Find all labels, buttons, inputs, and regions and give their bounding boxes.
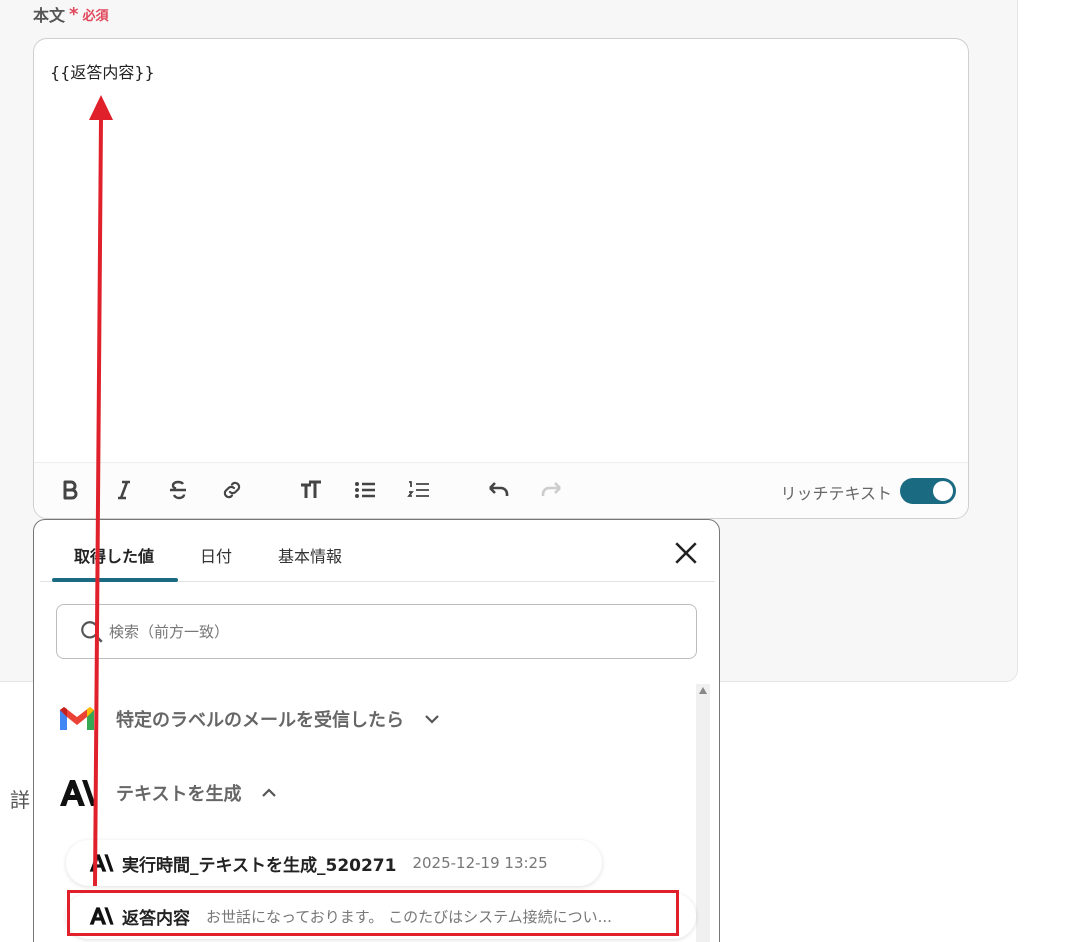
toggle-knob <box>933 481 953 501</box>
details-label-partial: 詳 <box>10 788 30 812</box>
italic-button[interactable] <box>109 475 139 505</box>
annotation-highlight-box <box>67 890 679 936</box>
rich-text-toggle[interactable] <box>900 478 956 504</box>
gmail-icon <box>60 707 94 730</box>
editor-content[interactable]: {{返答内容}} <box>50 59 155 83</box>
bold-button[interactable] <box>55 475 85 505</box>
numbered-list-icon <box>407 481 429 497</box>
redo-button[interactable] <box>537 475 567 505</box>
chevron-up-icon <box>262 788 277 797</box>
font-size-icon <box>301 480 321 498</box>
tab-basic-info[interactable]: 基本情報 <box>278 543 342 567</box>
body-editor[interactable]: {{返答内容}} リッチテキスト <box>33 38 969 519</box>
font-size-button[interactable] <box>296 475 326 505</box>
tab-acquired-values[interactable]: 取得した値 <box>74 543 154 567</box>
scroll-up-arrow[interactable] <box>699 687 707 694</box>
scrollbar[interactable] <box>696 684 710 942</box>
value-execution-time[interactable]: 実行時間_テキストを生成_520271 お世話になっております。 このたびはシス… <box>66 840 602 886</box>
search-box <box>56 604 697 659</box>
editor-toolbar: リッチテキスト <box>34 462 968 518</box>
italic-icon <box>118 480 130 500</box>
anthropic-icon <box>60 780 96 806</box>
value-preview: 2025-12-19 13:25 <box>412 854 548 872</box>
group-title: テキストを生成 <box>116 784 242 805</box>
search-icon <box>81 621 103 643</box>
value-name: 実行時間_テキストを生成_520271 <box>122 855 397 876</box>
group-title: 特定のラベルのメールを受信したら <box>116 710 404 731</box>
rich-text-label: リッチテキスト <box>780 484 892 503</box>
required-mark: * <box>69 3 79 25</box>
undo-button[interactable] <box>483 475 513 505</box>
body-field-label: 本文 * 必須 <box>33 2 108 26</box>
anthropic-icon <box>89 854 114 872</box>
link-button[interactable] <box>217 475 247 505</box>
strikethrough-button[interactable] <box>163 475 193 505</box>
close-icon[interactable] <box>673 540 699 566</box>
search-input[interactable] <box>109 618 669 646</box>
bold-icon <box>63 480 78 500</box>
undo-icon <box>489 482 509 496</box>
bullet-list-button[interactable] <box>350 475 380 505</box>
redo-icon <box>541 482 561 496</box>
tab-date[interactable]: 日付 <box>200 543 232 567</box>
group-generate-text[interactable]: テキストを生成 <box>58 778 277 808</box>
active-tab-indicator <box>52 578 178 582</box>
link-icon <box>223 481 241 499</box>
bullet-list-icon <box>355 482 375 498</box>
strikethrough-icon <box>170 480 186 500</box>
popup-tabs: 取得した値 日付 基本情報 <box>40 520 715 582</box>
body-label-text: 本文 <box>33 6 66 25</box>
required-text: 必須 <box>82 8 109 24</box>
chevron-down-icon <box>425 715 439 724</box>
variable-picker-popup: 取得した値 日付 基本情報 特定のラベルのメールを受信したら テキストを生成 <box>33 519 720 942</box>
numbered-list-button[interactable] <box>404 475 434 505</box>
group-gmail-trigger[interactable]: 特定のラベルのメールを受信したら <box>58 704 440 734</box>
